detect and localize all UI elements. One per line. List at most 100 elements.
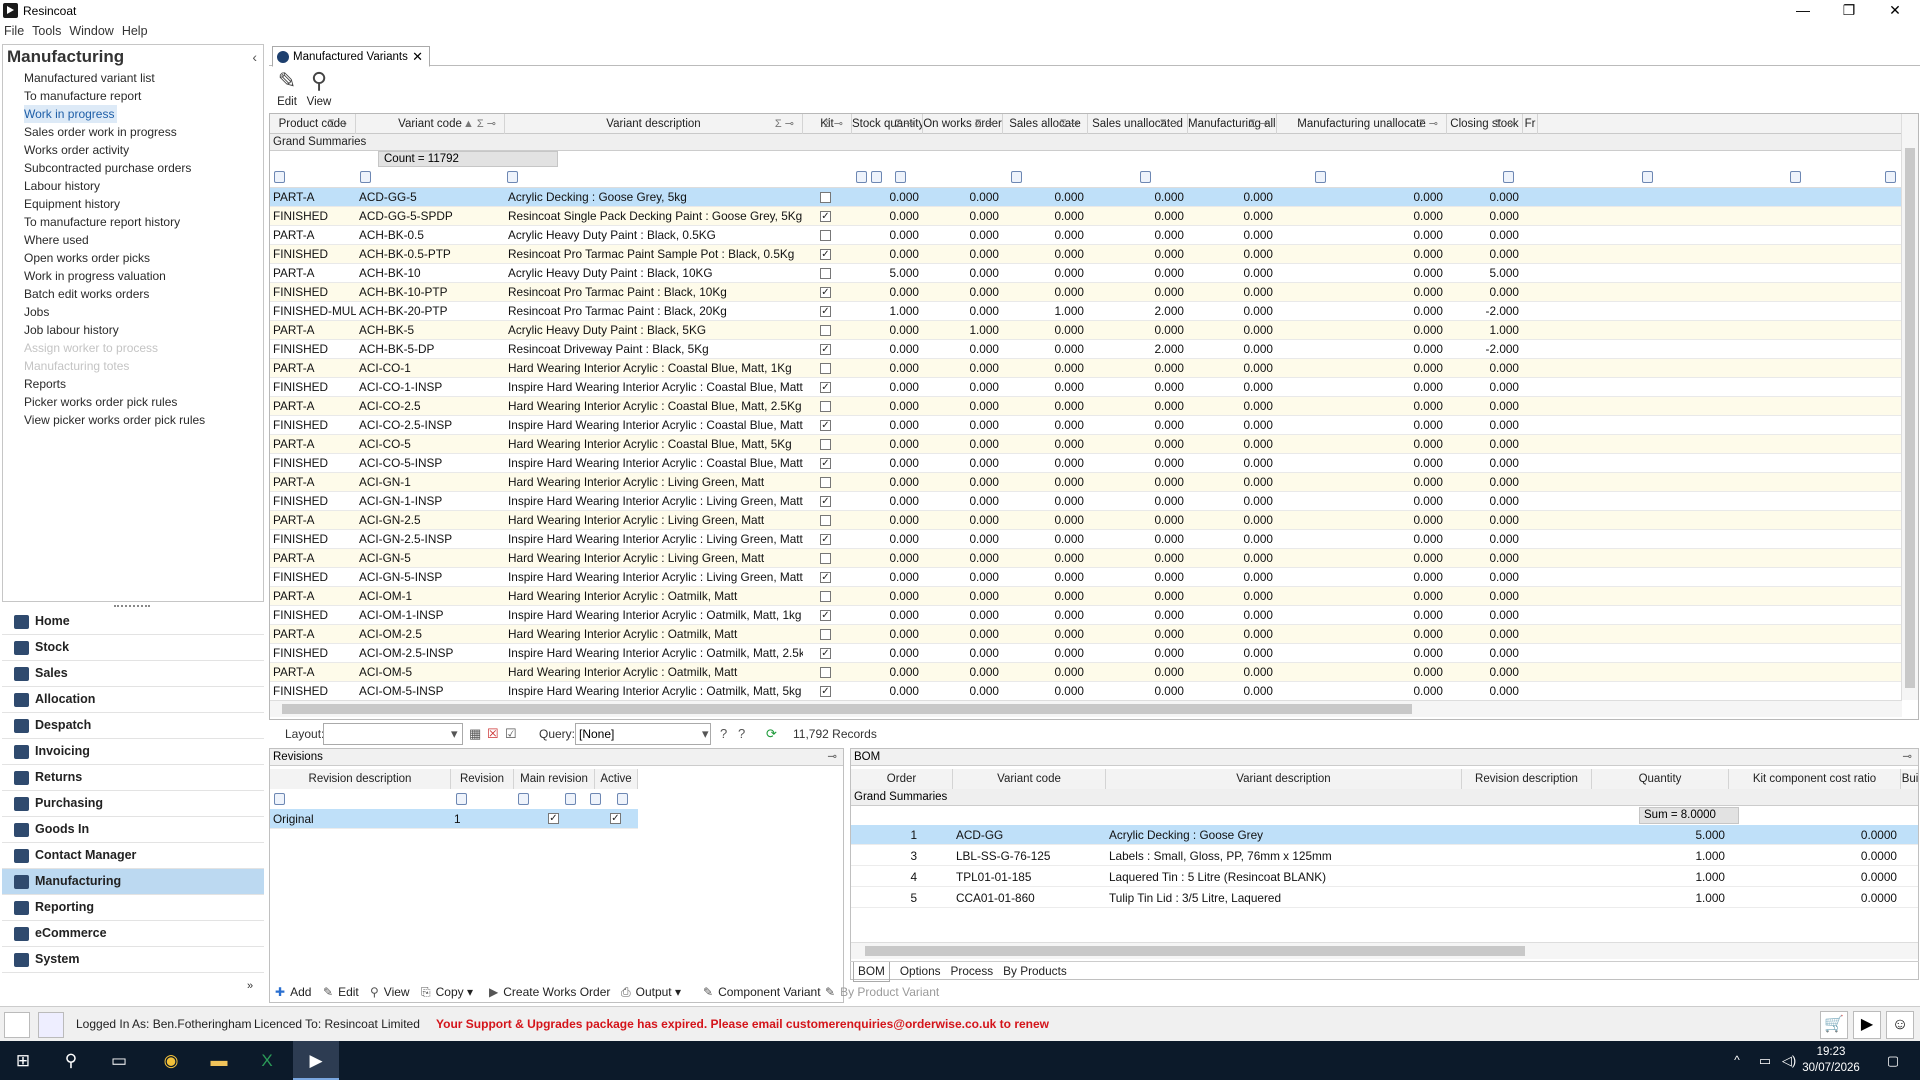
table-row[interactable]: PART-A ACI-GN-5 Hard Wearing Interior Acry… — [270, 549, 1902, 568]
column-header[interactable]: Closing stock Σ ⊸ — [1447, 114, 1523, 134]
minimize-button[interactable]: — — [1780, 0, 1826, 22]
menu-tools[interactable]: Tools — [32, 24, 61, 38]
table-row[interactable]: PART-A ACI-OM-2.5 Hard Wearing Interior Ac… — [270, 625, 1902, 644]
bom-tab-process[interactable]: Process — [951, 962, 994, 981]
column-sort-filter-icon[interactable]: ▲ Σ ⊸ — [463, 114, 496, 134]
column-header[interactable]: Quantity — [1592, 769, 1729, 789]
link-work-in-progress[interactable]: Work in progress — [24, 105, 118, 123]
table-row[interactable]: PART-A ACI-GN-2.5 Hard Wearing Interior Ac… — [270, 511, 1902, 530]
kit-checkbox[interactable] — [820, 268, 831, 279]
menu-file[interactable]: File — [4, 24, 24, 38]
filter-icon[interactable] — [274, 793, 285, 805]
column-sort-filter-icon[interactable]: Σ ⊸ — [824, 114, 843, 134]
filter-icon[interactable] — [456, 793, 467, 805]
user-icon[interactable] — [4, 1012, 30, 1038]
maximize-button[interactable]: ❐ — [1826, 0, 1872, 22]
chevron-down-icon[interactable]: ▾ — [451, 726, 458, 742]
kit-checkbox[interactable]: ✓ — [820, 534, 831, 545]
filter-icon[interactable] — [518, 793, 529, 805]
kit-checkbox[interactable] — [820, 230, 831, 241]
bom-tab-bom[interactable]: BOM — [853, 962, 890, 982]
table-row[interactable]: PART-A ACI-CO-5 Hard Wearing Interior Acry… — [270, 435, 1902, 454]
table-row[interactable]: FINISHED ACH-BK-0.5-PTP Resincoat Pro Tarm… — [270, 245, 1902, 264]
column-sort-filter-icon[interactable]: Σ ⊸ — [895, 114, 914, 134]
column-header[interactable]: Variant code ▲ Σ ⊸ — [356, 114, 505, 134]
cube-icon[interactable] — [38, 1012, 64, 1038]
column-sort-filter-icon[interactable]: Σ ⊸ — [1160, 114, 1179, 134]
link-picker-works-order-pick-rules[interactable]: Picker works order pick rules — [24, 393, 205, 411]
kit-checkbox[interactable] — [820, 591, 831, 602]
table-row[interactable]: PART-A ACI-OM-1 Hard Wearing Interior Acry… — [270, 587, 1902, 606]
filter-icon[interactable] — [1315, 171, 1326, 183]
help-user-icon[interactable]: ☺ — [1886, 1011, 1914, 1039]
kit-checkbox[interactable] — [820, 667, 831, 678]
column-sort-filter-icon[interactable]: Σ ⊸ — [975, 114, 994, 134]
collapse-panel-icon[interactable]: ‹ — [252, 49, 257, 65]
bom-horizontal-scrollbar[interactable] — [851, 942, 1918, 959]
filter-icon[interactable] — [360, 171, 371, 183]
kit-checkbox[interactable]: ✓ — [820, 287, 831, 298]
nav-sales[interactable]: Sales — [2, 661, 264, 687]
filter-icon[interactable] — [871, 171, 882, 183]
table-row[interactable]: FINISHED ACI-OM-5-INSP Inspire Hard Wearin… — [270, 682, 1902, 701]
play-icon[interactable]: ▶ — [1853, 1011, 1881, 1039]
bom-tab-options[interactable]: Options — [900, 962, 941, 981]
kit-checkbox[interactable] — [820, 363, 831, 374]
kit-checkbox[interactable]: ✓ — [820, 496, 831, 507]
table-row[interactable]: FINISHED ACD-GG-5-SPDP Resincoat Single Pa… — [270, 207, 1902, 226]
kit-checkbox[interactable]: ✓ — [820, 420, 831, 431]
query-help-icon[interactable]: ? — [720, 726, 727, 741]
link-work-in-progress-valuation[interactable]: Work in progress valuation — [24, 267, 205, 285]
filter-icon[interactable] — [1885, 171, 1896, 183]
column-header[interactable]: Manufacturing unallocate Σ ⊸ — [1277, 114, 1447, 134]
scroll-thumb[interactable] — [865, 946, 1525, 956]
kit-checkbox[interactable] — [820, 401, 831, 412]
column-header[interactable]: Revision description — [1462, 769, 1592, 789]
table-row[interactable]: FINISHED ACI-GN-1-INSP Inspire Hard Wearin… — [270, 492, 1902, 511]
basket-icon[interactable]: 🛒 — [1820, 1011, 1848, 1039]
nav-ecommerce[interactable]: eCommerce — [2, 921, 264, 947]
kit-checkbox[interactable] — [820, 553, 831, 564]
kit-checkbox[interactable]: ✓ — [820, 249, 831, 260]
windows-start-icon[interactable]: ⊞ — [0, 1041, 46, 1080]
nav-manufacturing[interactable]: Manufacturing — [2, 869, 264, 895]
nav-invoicing[interactable]: Invoicing — [2, 739, 264, 765]
column-header[interactable]: Manufacturing allocateΣ ⊸ — [1188, 114, 1277, 134]
table-row[interactable]: 3 LBL-SS-G-76-125 Labels : Small, Gloss, P… — [851, 846, 1918, 866]
filter-icon[interactable] — [856, 171, 867, 183]
filter-icon[interactable] — [1642, 171, 1653, 183]
search-icon[interactable]: ⚲ — [48, 1041, 94, 1080]
link-reports[interactable]: Reports — [24, 375, 205, 393]
table-row[interactable]: FINISHED ACI-OM-2.5-INSP Inspire Hard Wear… — [270, 644, 1902, 663]
filter-icon[interactable] — [507, 171, 518, 183]
action-add[interactable]: ✚ Add — [275, 985, 311, 999]
kit-checkbox[interactable]: ✓ — [820, 382, 831, 393]
link-view-picker-works-order-pick-rules[interactable]: View picker works order pick rules — [24, 411, 205, 429]
link-subcontracted-purchase-orders[interactable]: Subcontracted purchase orders — [24, 159, 205, 177]
nav-goods-in[interactable]: Goods In — [2, 817, 264, 843]
table-row[interactable]: FINISHED ACI-GN-5-INSP Inspire Hard Wearin… — [270, 568, 1902, 587]
table-row[interactable]: FINISHED-MULTIACH-BK-20-PTP Resincoat Pro… — [270, 302, 1902, 321]
nav-despatch[interactable]: Despatch — [2, 713, 264, 739]
view-button[interactable]: ⚲ View — [302, 68, 336, 112]
column-sort-filter-icon[interactable]: Σ ⊸ — [775, 114, 794, 134]
table-row[interactable]: PART-A ACI-CO-1 Hard Wearing Interior Acry… — [270, 359, 1902, 378]
column-header[interactable]: Stock quantity Σ ⊸ — [852, 114, 923, 134]
kit-checkbox[interactable] — [820, 477, 831, 488]
file-explorer-icon[interactable]: ▬ — [196, 1041, 242, 1080]
layout-select[interactable] — [323, 723, 463, 745]
column-header[interactable]: Variant code — [953, 769, 1106, 789]
chrome-icon[interactable]: ◉ — [148, 1041, 194, 1080]
column-header[interactable]: Variant description — [1106, 769, 1462, 789]
column-header[interactable]: Product code Σ ⊸ — [270, 114, 356, 134]
panel-splitter[interactable] — [114, 605, 150, 608]
link-sales-order-work-in-progress[interactable]: Sales order work in progress — [24, 123, 205, 141]
task-view-icon[interactable]: ▭ — [96, 1041, 142, 1080]
nav-allocation[interactable]: Allocation — [2, 687, 264, 713]
scroll-thumb[interactable] — [1905, 148, 1915, 688]
nav-stock[interactable]: Stock — [2, 635, 264, 661]
pin-icon[interactable]: ⊸ — [827, 749, 837, 765]
nav-purchasing[interactable]: Purchasing — [2, 791, 264, 817]
column-header[interactable]: Fr — [1523, 114, 1538, 134]
filter-icon[interactable] — [617, 793, 628, 805]
